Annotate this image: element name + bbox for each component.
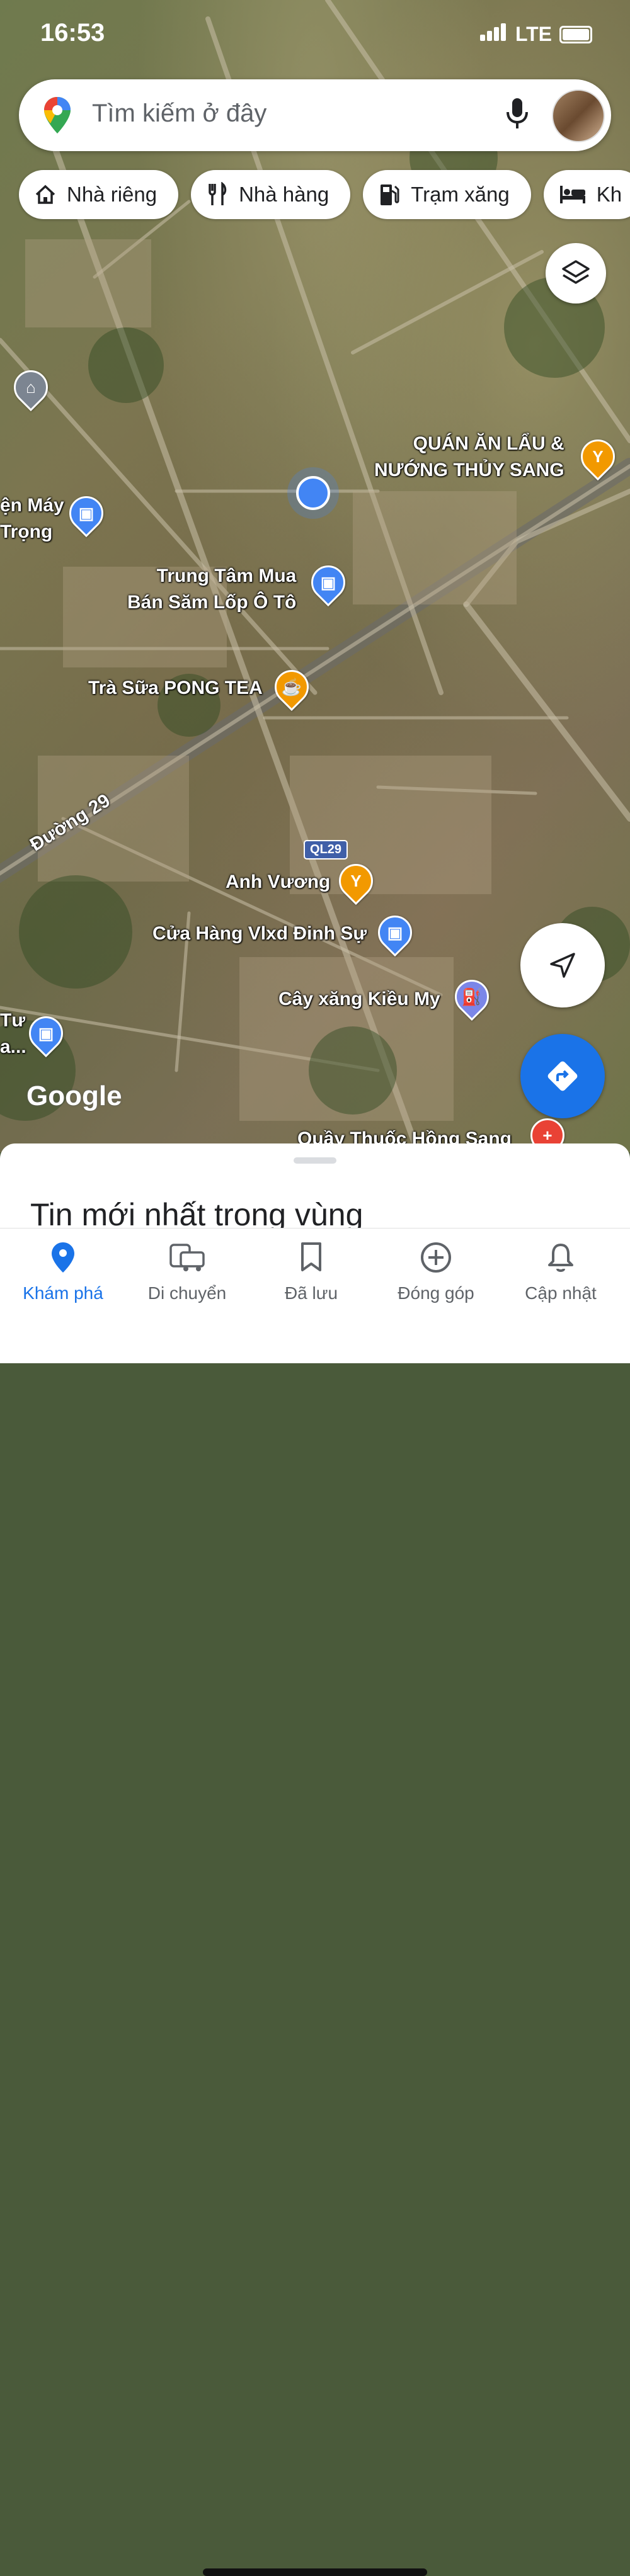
shopping-bag-icon: ▣ xyxy=(320,572,336,592)
chip-gas[interactable]: Trạm xăng xyxy=(363,170,531,219)
nav-label: Đã lưu xyxy=(284,1283,338,1303)
navigation-arrow-icon xyxy=(550,953,575,978)
chip-label: Nhà hàng xyxy=(239,183,329,206)
nav-commute[interactable]: Di chuyển xyxy=(124,1241,250,1303)
home-indicator[interactable] xyxy=(203,2568,427,2576)
bottom-navigation: Khám phá Di chuyển Đã lưu Đóng góp Cập n… xyxy=(0,1228,630,2576)
sheet-drag-handle[interactable] xyxy=(294,1157,336,1164)
fork-knife-icon: Y xyxy=(350,871,362,890)
poi-vlxd-dinh-su-label[interactable]: Cửa Hàng Vlxd Đinh Sự xyxy=(152,921,367,947)
chip-home[interactable]: Nhà riêng xyxy=(19,170,179,219)
explore-pin-icon xyxy=(52,1242,74,1273)
status-time: 16:53 xyxy=(40,19,105,47)
directions-icon xyxy=(547,1061,578,1091)
updates-bell-icon xyxy=(548,1244,573,1272)
gas-station-icon xyxy=(381,184,399,205)
nav-label: Cập nhật xyxy=(525,1283,597,1303)
chip-hotels[interactable]: Kh xyxy=(543,170,630,219)
nav-saved[interactable]: Đã lưu xyxy=(248,1241,374,1303)
poi-anh-vuong-label[interactable]: Anh Vương xyxy=(226,869,330,895)
poi-dien-may-label[interactable]: ện Máy Trọng xyxy=(0,492,64,545)
my-location-button[interactable] xyxy=(520,923,605,1007)
nav-contribute[interactable]: Đóng góp xyxy=(373,1241,499,1303)
poi-pong-tea-label[interactable]: Trà Sữa PONG TEA xyxy=(88,675,263,701)
highway-shield: QL29 xyxy=(304,840,348,860)
directions-button[interactable] xyxy=(520,1034,605,1118)
signal-icon xyxy=(479,23,508,46)
restaurant-icon xyxy=(209,182,227,205)
nav-updates[interactable]: Cập nhật xyxy=(498,1241,624,1303)
bottom-sheet[interactable]: Tin mới nhất trong vùng xyxy=(0,1143,630,1232)
coffee-cup-icon: ☕ xyxy=(281,677,302,696)
chip-label: Trạm xăng xyxy=(411,183,510,206)
fork-knife-icon: Y xyxy=(592,446,604,466)
battery-icon xyxy=(559,25,592,43)
chip-label: Nhà riêng xyxy=(67,183,158,206)
chip-restaurants[interactable]: Nhà hàng xyxy=(191,170,351,219)
search-placeholder[interactable]: Tìm kiếm ở đây xyxy=(92,99,266,128)
network-type: LTE xyxy=(515,23,552,45)
shopping-bag-icon: ▣ xyxy=(387,922,403,942)
nav-label: Đóng góp xyxy=(398,1283,474,1303)
nav-label: Khám phá xyxy=(23,1283,103,1303)
nav-explore[interactable]: Khám phá xyxy=(0,1241,126,1303)
home-icon xyxy=(35,184,55,204)
poi-quan-an-thuy-sang-label[interactable]: QUÁN ĂN LẨU & NƯỚNG THỦY SANG xyxy=(374,431,564,484)
map-layers-button[interactable] xyxy=(546,243,606,304)
nav-label: Di chuyển xyxy=(147,1283,227,1303)
microphone-icon[interactable] xyxy=(505,96,529,133)
sheet-title: Tin mới nhất trong vùng xyxy=(30,1197,364,1232)
shopping-bag-icon: ▣ xyxy=(38,1023,54,1043)
hotel-bed-icon xyxy=(559,186,585,203)
contribute-plus-icon xyxy=(421,1242,451,1273)
poi-cay-xang-kieu-my-label[interactable]: Cây xăng Kiều My xyxy=(278,986,440,1013)
poi-san-lop-label[interactable]: Trung Tâm Mua Bán Săm Lốp Ô Tô xyxy=(127,563,296,616)
chip-label: Kh xyxy=(596,183,622,206)
status-bar: 16:53 LTE xyxy=(0,0,630,69)
category-chips: Nhà riêng Nhà hàng Trạm xăng Kh xyxy=(19,170,630,219)
commute-icon xyxy=(169,1244,205,1271)
search-bar[interactable]: Tìm kiếm ở đây xyxy=(19,79,611,151)
museum-icon: ⌂ xyxy=(26,377,36,397)
my-location-dot xyxy=(296,476,330,510)
fuel-pump-icon: ⛽ xyxy=(461,987,483,1006)
poi-tu-label[interactable]: Tư a... xyxy=(0,1007,26,1060)
account-avatar[interactable] xyxy=(552,89,605,142)
saved-bookmark-icon xyxy=(301,1242,321,1271)
layers-icon xyxy=(562,260,590,284)
google-maps-pin-icon xyxy=(44,97,71,133)
shopping-bag-icon: ▣ xyxy=(78,503,94,523)
google-attribution: Google xyxy=(26,1081,122,1111)
